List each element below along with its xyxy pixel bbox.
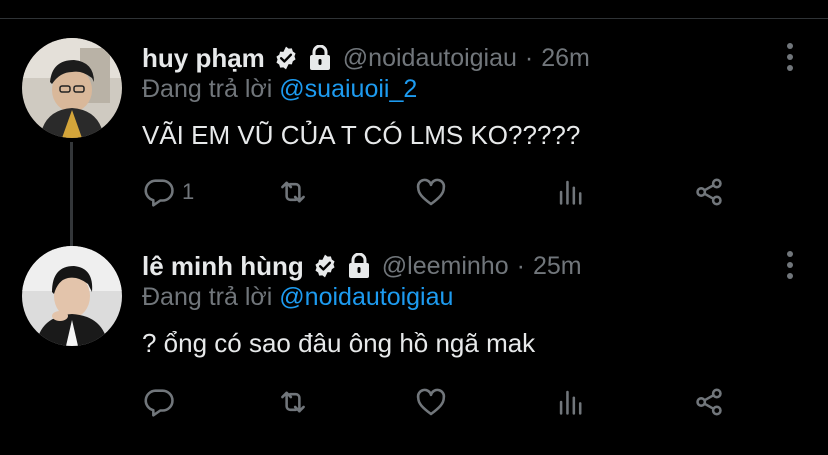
retweet-icon	[281, 181, 305, 203]
tweet-actions: 1	[142, 174, 742, 210]
more-vertical-icon[interactable]	[786, 42, 794, 72]
replying-to-label: Đang trả lời	[142, 283, 273, 311]
tweet-actions	[142, 384, 742, 420]
analytics-icon	[559, 390, 582, 415]
timestamp[interactable]: 25m	[533, 252, 582, 281]
replying-to-label: Đang trả lời	[142, 75, 273, 103]
separator-dot: ·	[524, 43, 534, 72]
reply-icon	[144, 389, 174, 417]
like-button[interactable]	[414, 174, 448, 210]
tweet-header: huy phạm @noidautoigiau · 26m	[142, 38, 590, 78]
tweet-1[interactable]: huy phạm @noidautoigiau · 26m Đang trả l…	[0, 38, 828, 248]
lock-icon	[348, 253, 369, 278]
tweet-2[interactable]: lê minh hùng @leeminho · 25m Đang trả lờ…	[0, 246, 828, 446]
share-icon	[696, 178, 722, 206]
like-icon	[416, 178, 446, 206]
thread-connector	[70, 142, 73, 248]
like-button[interactable]	[414, 384, 448, 420]
retweet-button[interactable]	[276, 384, 310, 420]
separator-dot: ·	[516, 251, 525, 280]
analytics-button[interactable]	[554, 384, 588, 420]
top-divider	[0, 18, 828, 19]
share-button[interactable]	[692, 384, 726, 420]
more-vertical-icon[interactable]	[786, 250, 794, 280]
timestamp[interactable]: 26m	[541, 44, 590, 73]
replying-to-mention[interactable]: @suaiuoii_2	[279, 75, 417, 103]
tweet-text: ? ổng có sao đâu ông hồ ngã mak	[142, 328, 536, 358]
avatar[interactable]	[22, 38, 122, 138]
tweet-header: lê minh hùng @leeminho · 25m	[142, 246, 582, 286]
reply-button[interactable]: 1	[142, 174, 194, 210]
reply-count: 1	[182, 179, 195, 204]
display-name[interactable]: huy phạm	[142, 43, 265, 74]
share-icon	[696, 388, 722, 416]
lock-icon	[309, 45, 330, 70]
share-button[interactable]	[692, 174, 726, 210]
verified-badge-icon	[276, 46, 296, 70]
replying-to: Đang trả lời @noidautoigiau	[142, 283, 453, 312]
tweet-text: VÃI EM VŨ CỦA T CÓ LMS KO?????	[142, 120, 581, 150]
avatar[interactable]	[22, 246, 122, 346]
reply-icon	[144, 179, 174, 207]
retweet-icon	[281, 391, 305, 413]
analytics-button[interactable]	[554, 174, 588, 210]
analytics-icon	[559, 180, 582, 205]
username-handle[interactable]: @leeminho	[382, 252, 509, 281]
replying-to-mention[interactable]: @noidautoigiau	[279, 283, 453, 311]
replying-to: Đang trả lời @suaiuoii_2	[142, 75, 417, 104]
username-handle[interactable]: @noidautoigiau	[343, 44, 517, 73]
display-name[interactable]: lê minh hùng	[142, 251, 304, 282]
retweet-button[interactable]	[276, 174, 310, 210]
verified-badge-icon	[315, 254, 335, 278]
reply-button[interactable]	[142, 384, 182, 420]
like-icon	[416, 388, 446, 416]
